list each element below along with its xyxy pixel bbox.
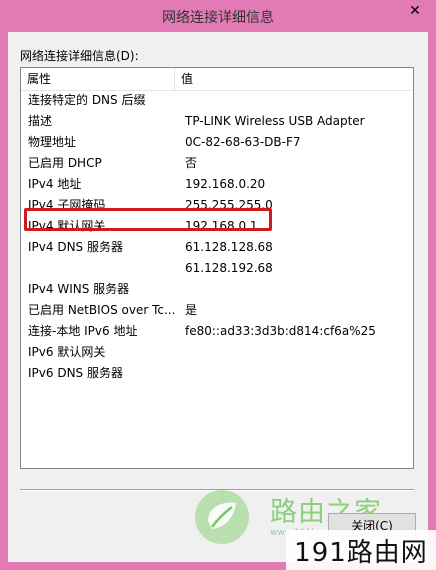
window-title: 网络连接详细信息 bbox=[162, 10, 274, 26]
list-item[interactable]: IPv4 默认网关 192.168.0.1 bbox=[21, 216, 413, 237]
column-header-value[interactable]: 值 bbox=[175, 68, 413, 90]
details-list[interactable]: 属性 值 连接特定的 DNS 后缀 描述 TP-LINK Wireless US… bbox=[20, 67, 414, 469]
value-cell: 192.168.0.20 bbox=[185, 177, 266, 191]
list-item[interactable]: 物理地址 0C-82-68-63-DB-F7 bbox=[21, 132, 413, 153]
site-watermark: 191路由网 bbox=[286, 530, 436, 570]
value-cell: 255.255.255.0 bbox=[185, 198, 273, 212]
list-item[interactable]: IPv4 子网掩码 255.255.255.0 bbox=[21, 195, 413, 216]
property-cell: IPv4 WINS 服务器 bbox=[28, 282, 130, 296]
property-cell: IPv4 DNS 服务器 bbox=[28, 240, 123, 254]
property-cell: 已启用 NetBIOS over Tc... bbox=[28, 303, 174, 317]
list-item[interactable]: IPv6 DNS 服务器 bbox=[21, 363, 413, 384]
property-cell: 物理地址 bbox=[28, 135, 77, 149]
list-item[interactable]: 连接特定的 DNS 后缀 bbox=[21, 90, 413, 111]
list-item[interactable]: IPv4 WINS 服务器 bbox=[21, 279, 413, 300]
property-cell: IPv4 地址 bbox=[28, 177, 82, 191]
property-cell: 连接特定的 DNS 后缀 bbox=[28, 93, 146, 107]
list-item[interactable]: IPv4 地址 192.168.0.20 bbox=[21, 174, 413, 195]
details-label: 网络连接详细信息(D): bbox=[20, 49, 139, 63]
list-header: 属性 值 bbox=[21, 68, 413, 91]
property-cell: IPv4 子网掩码 bbox=[28, 198, 106, 212]
value-cell: fe80::ad33:3d3b:d814:cf6a%25 bbox=[185, 324, 376, 338]
value-cell: 0C-82-68-63-DB-F7 bbox=[185, 135, 301, 149]
value-cell: 61.128.128.68 bbox=[185, 240, 273, 254]
column-header-property[interactable]: 属性 bbox=[21, 68, 175, 90]
list-item[interactable]: 已启用 DHCP 否 bbox=[21, 153, 413, 174]
property-cell: IPv4 默认网关 bbox=[28, 219, 106, 233]
value-cell: TP-LINK Wireless USB Adapter bbox=[185, 114, 365, 128]
list-item[interactable]: IPv4 DNS 服务器 61.128.128.68 bbox=[21, 237, 413, 258]
value-cell: 是 bbox=[185, 303, 198, 317]
property-cell: 连接-本地 IPv6 地址 bbox=[28, 324, 138, 338]
property-cell: IPv6 默认网关 bbox=[28, 345, 106, 359]
list-item[interactable]: 已启用 NetBIOS over Tc... 是 bbox=[21, 300, 413, 321]
value-cell: 192.168.0.1 bbox=[185, 219, 258, 233]
dialog-content: 网络连接详细信息(D): 属性 值 连接特定的 DNS 后缀 描述 TP-LIN… bbox=[8, 32, 428, 562]
value-cell: 否 bbox=[185, 156, 198, 170]
close-icon[interactable]: ✕ bbox=[400, 1, 430, 21]
property-cell: 已启用 DHCP bbox=[28, 156, 102, 170]
list-item[interactable]: IPv6 默认网关 bbox=[21, 342, 413, 363]
list-rows: 连接特定的 DNS 后缀 描述 TP-LINK Wireless USB Ada… bbox=[21, 90, 413, 384]
title-bar[interactable]: 网络连接详细信息 ✕ bbox=[0, 0, 436, 32]
dialog-window: 网络连接详细信息 ✕ 网络连接详细信息(D): 属性 值 连接特定的 DNS 后… bbox=[0, 0, 436, 570]
list-item[interactable]: 连接-本地 IPv6 地址 fe80::ad33:3d3b:d814:cf6a%… bbox=[21, 321, 413, 342]
list-item[interactable]: 61.128.192.68 bbox=[21, 258, 413, 279]
leaf-logo-icon bbox=[195, 490, 249, 544]
property-cell: IPv6 DNS 服务器 bbox=[28, 366, 123, 380]
property-cell: 描述 bbox=[28, 114, 53, 128]
list-item[interactable]: 描述 TP-LINK Wireless USB Adapter bbox=[21, 111, 413, 132]
value-cell: 61.128.192.68 bbox=[185, 261, 273, 275]
